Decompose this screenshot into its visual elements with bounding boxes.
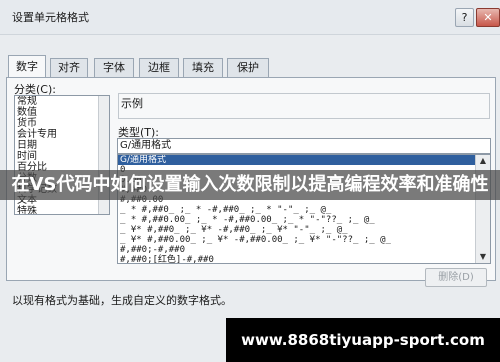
delete-button[interactable]: 删除(D) bbox=[425, 268, 487, 287]
help-button[interactable]: ? bbox=[455, 8, 474, 27]
category-item[interactable]: 日期 bbox=[15, 140, 109, 151]
scroll-down-arrow-icon[interactable]: ▼ bbox=[478, 252, 488, 262]
category-item[interactable]: 会计专用 bbox=[15, 129, 109, 140]
tab-protection[interactable]: 保护 bbox=[227, 58, 269, 77]
format-item[interactable]: #,##0;-#,##0 bbox=[118, 245, 490, 255]
footer-hint: 以现有格式为基础，生成自定义的数字格式。 bbox=[12, 294, 232, 307]
category-item[interactable]: 特殊 bbox=[15, 206, 109, 214]
tab-border[interactable]: 边框 bbox=[139, 58, 179, 77]
category-item[interactable]: 常规 bbox=[15, 96, 109, 107]
format-item[interactable]: G/通用格式 bbox=[118, 155, 490, 165]
watermark-text: www.8868tiyuapp-sport.com bbox=[241, 331, 485, 349]
category-item[interactable]: 货币 bbox=[15, 118, 109, 129]
close-button[interactable]: ✕ bbox=[476, 8, 500, 27]
tab-number[interactable]: 数字 bbox=[8, 55, 46, 78]
watermark: www.8868tiyuapp-sport.com bbox=[226, 318, 500, 362]
tab-alignment[interactable]: 对齐 bbox=[50, 58, 88, 77]
tab-fill[interactable]: 填充 bbox=[183, 58, 223, 77]
caption-text: 在VS代码中如何设置输入次数限制以提高编程效率和准确性 bbox=[11, 174, 489, 195]
format-item[interactable]: _ * #,##0_ ;_ * -#,##0_ ;_ * "-"_ ;_ @_ bbox=[118, 205, 490, 215]
tab-font[interactable]: 字体 bbox=[94, 58, 134, 77]
format-item[interactable]: _ * #,##0.00_ ;_ * -#,##0.00_ ;_ * "-"??… bbox=[118, 215, 490, 225]
category-item[interactable]: 数值 bbox=[15, 107, 109, 118]
format-item[interactable]: #,##0;[红色]-#,##0 bbox=[118, 255, 490, 263]
title-bar: 设置单元格格式 ? ✕ bbox=[0, 0, 500, 35]
scroll-up-arrow-icon[interactable]: ▲ bbox=[478, 156, 488, 166]
type-input[interactable]: G/通用格式 bbox=[117, 138, 491, 154]
caption-banner: 在VS代码中如何设置输入次数限制以提高编程效率和准确性 bbox=[0, 170, 500, 200]
sample-box bbox=[118, 93, 490, 119]
format-item[interactable]: _ ¥* #,##0.00_ ;_ ¥* -#,##0.00_ ;_ ¥* "-… bbox=[118, 235, 490, 245]
format-item[interactable]: _ ¥* #,##0_ ;_ ¥* -#,##0_ ;_ ¥* "-"_ ;_ … bbox=[118, 225, 490, 235]
category-item[interactable]: 时间 bbox=[15, 151, 109, 162]
window-title: 设置单元格格式 bbox=[12, 11, 89, 24]
